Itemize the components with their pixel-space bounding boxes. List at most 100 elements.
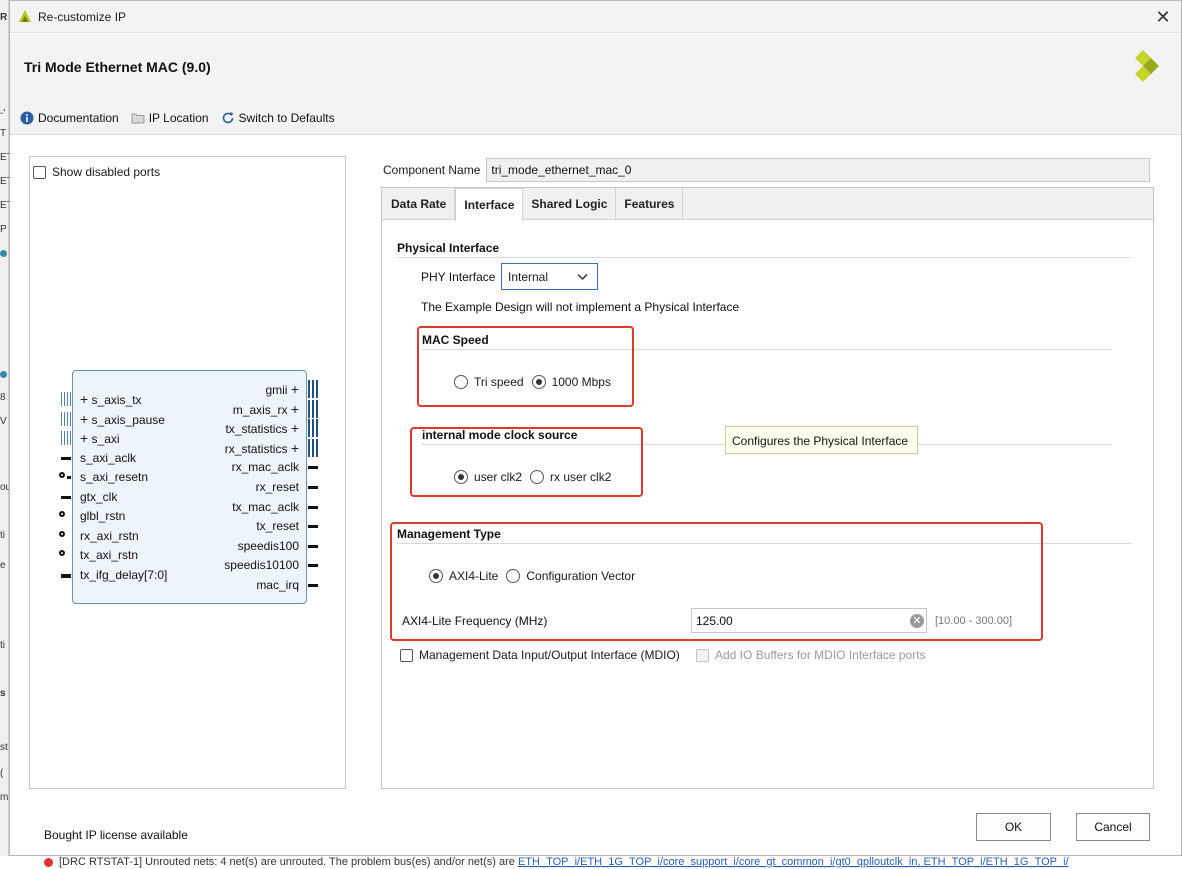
pin-s-axi-aclk[interactable]: s_axi_aclk	[80, 451, 136, 465]
show-disabled-ports-row[interactable]: Show disabled ports	[33, 165, 160, 179]
radio-button[interactable]	[531, 375, 546, 389]
section-divider	[397, 257, 1131, 258]
pin-s-axi[interactable]: + s_axi	[80, 431, 120, 446]
background-status-line: [DRC RTSTAT-1] Unrouted nets: 4 net(s) a…	[0, 856, 1182, 869]
dialog-titlebar: Re-customize IP ✕	[10, 1, 1181, 33]
pin-stub	[308, 564, 318, 567]
component-name-label: Component Name	[383, 163, 481, 177]
radio-rx-user-clk2[interactable]: rx user clk2	[530, 470, 611, 484]
tab-data-rate[interactable]: Data Rate	[383, 188, 456, 220]
radio-1000-mbps[interactable]: 1000 Mbps	[531, 375, 611, 389]
mdio-label: Management Data Input/Output Interface (…	[419, 648, 680, 662]
tab-interface[interactable]: Interface	[455, 188, 524, 221]
pin-tx-reset[interactable]: tx_reset	[256, 519, 299, 533]
refresh-icon	[221, 111, 235, 125]
close-icon[interactable]: ✕	[1153, 7, 1173, 27]
pin-mac-irq[interactable]: mac_irq	[256, 578, 299, 592]
bg-status-link[interactable]: ETH_TOP_i/ETH_1G_TOP_i/core_support_i/co…	[518, 856, 1069, 868]
bg-fragment: 8	[0, 392, 6, 403]
bg-fragment: ti	[0, 530, 5, 541]
physical-interface-title: Physical Interface	[397, 241, 500, 255]
ip-location-button[interactable]: IP Location	[131, 111, 209, 125]
radio-button[interactable]	[454, 375, 468, 389]
phy-interface-label: PHY Interface	[421, 270, 496, 284]
pin-bubble	[59, 531, 65, 537]
management-type-title: Management Type	[397, 527, 501, 541]
pin-m-axis-rx[interactable]: m_axis_rx +	[233, 402, 299, 417]
radio-configuration-vector[interactable]: Configuration Vector	[506, 569, 635, 583]
pin-rx-axi-rstn[interactable]: rx_axi_rstn	[80, 529, 139, 543]
pin-tx-ifg-delay[interactable]: tx_ifg_delay[7:0]	[80, 568, 167, 582]
pin-tx-axi-rstn[interactable]: tx_axi_rstn	[80, 548, 138, 562]
axi4-lite-frequency-label: AXI4-Lite Frequency (MHz)	[402, 614, 548, 628]
pin-glbl-rstn[interactable]: glbl_rstn	[80, 509, 125, 523]
axi4-lite-frequency-field[interactable]	[691, 608, 927, 633]
pin-s-axis-tx[interactable]: + s_axis_tx	[80, 392, 142, 407]
mac-speed-radio-group: Tri speed 1000 Mbps	[454, 375, 619, 389]
dialog-title: Re-customize IP	[38, 10, 127, 24]
ok-button[interactable]: OK	[976, 813, 1051, 841]
pin-s-axi-resetn[interactable]: s_axi_resetn	[80, 470, 148, 484]
bg-fragment: ou	[0, 482, 9, 493]
bg-fragment: e	[0, 560, 6, 571]
pin-speedis100[interactable]: speedis100	[238, 539, 299, 553]
switch-to-defaults-button[interactable]: Switch to Defaults	[221, 111, 335, 125]
mac-speed-title: MAC Speed	[422, 333, 489, 347]
pin-gmii[interactable]: gmii +	[265, 382, 299, 397]
show-disabled-ports-label: Show disabled ports	[52, 165, 161, 179]
bg-fragment: ET	[0, 152, 9, 163]
bg-status-dot	[0, 371, 7, 378]
pin-rx-statistics[interactable]: rx_statistics +	[225, 441, 299, 456]
documentation-button[interactable]: Documentation	[20, 111, 119, 125]
bg-fragment: s	[0, 688, 6, 699]
pin-speedis10100[interactable]: speedis10100	[224, 558, 299, 572]
phy-interface-tooltip: Configures the Physical Interface	[725, 426, 918, 454]
chevron-down-icon	[577, 273, 588, 281]
radio-button[interactable]	[429, 569, 443, 583]
bg-fragment: ET	[0, 176, 9, 187]
cancel-button[interactable]: Cancel	[1076, 813, 1150, 841]
section-divider	[397, 543, 1131, 544]
component-name-row: Component Name	[383, 158, 1151, 182]
bg-status-dot	[0, 250, 7, 257]
section-divider	[422, 349, 1112, 350]
bus-connector	[308, 380, 318, 398]
radio-button[interactable]	[454, 470, 468, 484]
radio-button[interactable]	[530, 470, 545, 484]
radio-axi4-lite[interactable]: AXI4-Lite	[429, 569, 498, 583]
radio-button[interactable]	[506, 569, 521, 583]
pin-tx-mac-aclk[interactable]: tx_mac_aclk	[232, 500, 299, 514]
pin-stub	[61, 457, 71, 460]
bg-status-message: [DRC RTSTAT-1] Unrouted nets: 4 net(s) a…	[59, 856, 515, 868]
show-disabled-ports-checkbox[interactable]	[33, 165, 46, 179]
tab-features[interactable]: Features	[616, 188, 684, 220]
pin-rx-mac-aclk[interactable]: rx_mac_aclk	[232, 460, 299, 474]
pin-s-axis-pause[interactable]: + s_axis_pause	[80, 412, 165, 427]
bus-connector	[308, 400, 318, 418]
dialog-header: Tri Mode Ethernet MAC (9.0) Documentatio…	[10, 34, 1181, 135]
pin-bubble	[59, 511, 65, 517]
physical-interface-note: The Example Design will not implement a …	[421, 300, 740, 314]
pin-stub	[308, 486, 318, 489]
pin-rx-reset[interactable]: rx_reset	[256, 480, 299, 494]
pin-stub	[308, 466, 318, 469]
pin-gtx-clk[interactable]: gtx_clk	[80, 490, 117, 504]
ip-block-symbol: + s_axis_tx + s_axis_pause + s_axi s_axi…	[59, 370, 318, 604]
error-icon	[44, 858, 53, 867]
tab-shared-logic[interactable]: Shared Logic	[523, 188, 617, 220]
clear-icon[interactable]: ✕	[910, 614, 924, 628]
radio-user-clk2[interactable]: user clk2	[454, 470, 522, 484]
bg-fragment: m	[0, 792, 9, 803]
pin-tx-statistics[interactable]: tx_statistics +	[225, 421, 299, 436]
phy-interface-value: Internal	[508, 269, 549, 284]
radio-tri-speed[interactable]: Tri speed	[454, 375, 524, 389]
management-type-radio-group: AXI4-Lite Configuration Vector	[429, 569, 643, 583]
bg-fragment: ET	[0, 200, 9, 211]
clock-source-radio-group: user clk2 rx user clk2	[454, 470, 619, 484]
component-name-field[interactable]	[486, 158, 1151, 182]
phy-interface-select[interactable]: Internal	[501, 263, 598, 290]
mdio-checkbox[interactable]	[400, 648, 413, 662]
pin-bubble	[59, 472, 65, 478]
pin-stub	[308, 506, 318, 509]
mdio-row[interactable]: Management Data Input/Output Interface (…	[400, 648, 680, 662]
